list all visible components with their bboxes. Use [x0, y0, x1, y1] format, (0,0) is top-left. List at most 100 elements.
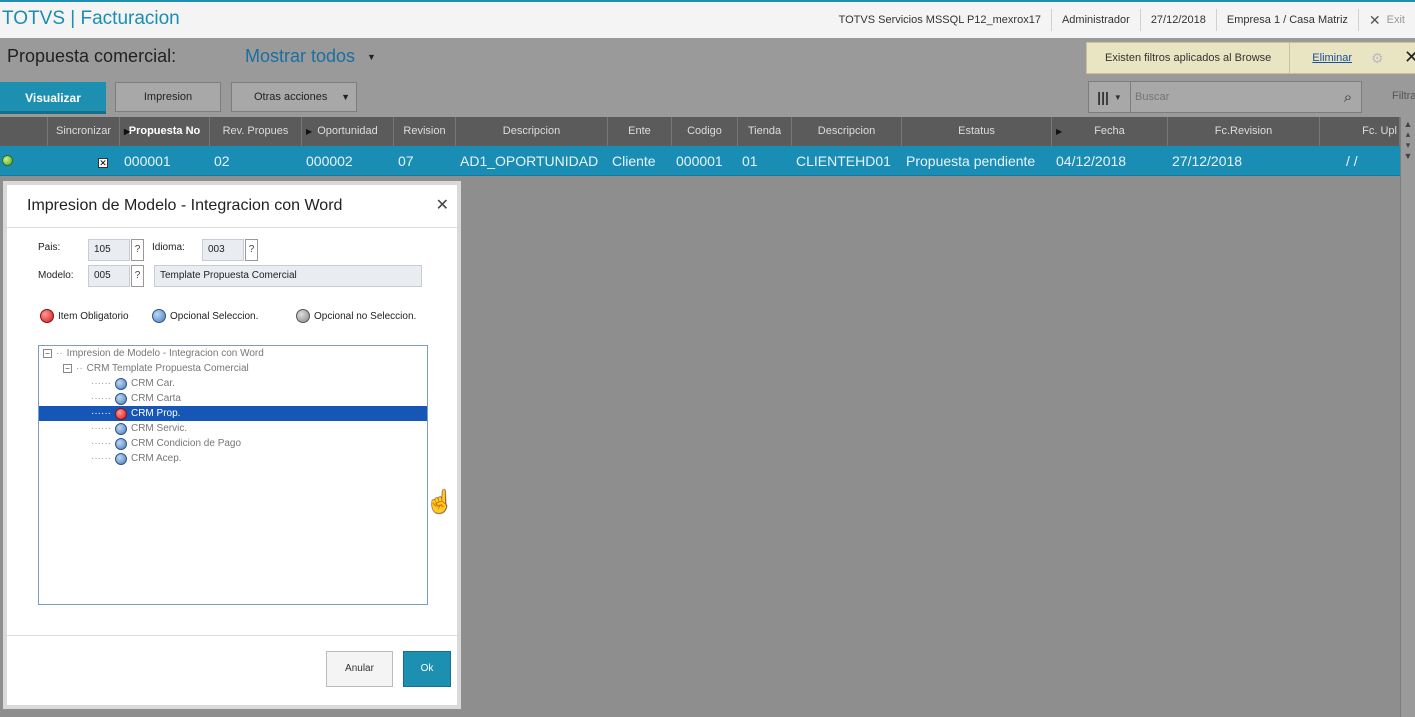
table-row[interactable]: ✕ 000001 02 000002 07 AD1_OPORTUNIDAD Cl…: [0, 146, 1400, 176]
exit-button[interactable]: ✕ Exit: [1357, 9, 1415, 31]
column-header[interactable]: Sincronizar: [48, 117, 120, 146]
idioma-field[interactable]: 003: [202, 239, 244, 261]
tree-group[interactable]: − ·· CRM Template Propuesta Comercial: [63, 361, 249, 376]
cancel-button[interactable]: Anular: [326, 651, 393, 687]
tree-item-selected[interactable]: ······ CRM Prop.: [39, 406, 427, 421]
sort-icon: ▶: [306, 127, 313, 136]
tree-item[interactable]: ······ CRM Acep.: [91, 451, 182, 466]
date-label: 27/12/2018: [1139, 9, 1216, 31]
blue-ball-icon: [114, 422, 127, 435]
cell-fecha: 04/12/2018: [1056, 153, 1127, 169]
view-selector-label: Mostrar todos: [245, 46, 356, 66]
column-header[interactable]: Fc. Upl: [1320, 117, 1400, 146]
cell-propuesta: 000001: [124, 153, 171, 169]
blue-ball-icon: [114, 392, 127, 405]
legend-obligatorio: Item Obligatorio: [40, 309, 129, 323]
pais-field[interactable]: 105: [88, 239, 130, 261]
cell-oportunidad: 000002: [306, 153, 353, 169]
tree-item[interactable]: ······ CRM Carta: [91, 391, 181, 406]
modelo-description-field: Template Propuesta Comercial: [154, 265, 422, 287]
scroll-top-icon[interactable]: ▲: [1401, 119, 1415, 129]
column-header[interactable]: Ente: [608, 117, 672, 146]
vertical-scrollbar[interactable]: ▲ ▴ ▾ ▼: [1400, 117, 1415, 717]
collapse-icon[interactable]: −: [43, 349, 52, 358]
ok-button[interactable]: Ok: [403, 651, 451, 687]
tree-root[interactable]: − ·· Impresion de Modelo - Integracion co…: [43, 346, 264, 361]
column-header[interactable]: Descripcion: [456, 117, 608, 146]
idioma-help-button[interactable]: ?: [245, 239, 258, 261]
column-header[interactable]: Descripcion: [792, 117, 902, 146]
scroll-bottom-icon[interactable]: ▼: [1401, 151, 1415, 161]
column-header[interactable]: Revision: [394, 117, 456, 146]
app-title: TOTVS | Facturacion: [2, 8, 180, 29]
modelo-field[interactable]: 005: [88, 265, 130, 287]
cell-rev: 02: [214, 153, 230, 169]
columns-selector[interactable]: ||| ▼: [1089, 82, 1131, 112]
legend-opcional-no-seleccion: Opcional no Seleccion.: [296, 309, 416, 323]
cell-estatus: Propuesta pendiente: [906, 153, 1036, 169]
filter-label[interactable]: Filtra: [1392, 90, 1415, 102]
chevron-down-icon: ▼: [367, 51, 376, 62]
grid-header: Sincronizar ▶ Propuesta No Rev. Propues ▶…: [0, 117, 1400, 146]
search-box: ||| ▼ ⌕: [1088, 81, 1362, 113]
red-ball-icon: [40, 309, 54, 323]
close-icon[interactable]: ✕: [1404, 47, 1415, 68]
print-model-dialog: Impresion de Modelo - Integracion con Wo…: [3, 181, 461, 709]
blue-ball-icon: [114, 437, 127, 450]
remove-filter-link[interactable]: Eliminar: [1290, 52, 1374, 64]
column-header[interactable]: Estatus: [902, 117, 1052, 146]
session-info: TOTVS Servicios MSSQL P12_mexrox17 Admin…: [829, 2, 1415, 38]
scroll-down-icon[interactable]: ▾: [1401, 140, 1415, 151]
column-header[interactable]: Fc.Revision: [1168, 117, 1320, 146]
otras-acciones-button[interactable]: Otras acciones ▼: [231, 82, 357, 112]
blue-ball-icon: [152, 309, 166, 323]
dialog-header: Impresion de Modelo - Integracion con Wo…: [7, 185, 457, 228]
cell-descripcion: AD1_OPORTUNIDAD: [460, 153, 599, 169]
sort-icon: ▶: [1056, 127, 1063, 136]
column-header[interactable]: Rev. Propues: [210, 117, 302, 146]
column-header[interactable]: Codigo: [672, 117, 738, 146]
search-icon[interactable]: ⌕: [1335, 89, 1361, 106]
visualizar-button[interactable]: Visualizar: [0, 82, 106, 114]
environment-label: TOTVS Servicios MSSQL P12_mexrox17: [838, 14, 1041, 26]
browse-header: Propuesta comercial: Mostrar todos ▼ Exi…: [0, 38, 1415, 117]
view-selector[interactable]: Mostrar todos ▼: [245, 46, 376, 67]
tree-item[interactable]: ······ CRM Servic.: [91, 421, 187, 436]
checkbox-icon: ✕: [98, 158, 108, 168]
gear-icon[interactable]: ⚙: [1371, 50, 1384, 67]
pais-help-button[interactable]: ?: [131, 239, 144, 261]
red-ball-icon: [114, 407, 127, 420]
user-label: Administrador: [1050, 9, 1140, 31]
filter-notice: Existen filtros aplicados al Browse Elim…: [1086, 42, 1415, 74]
tree-item[interactable]: ······ CRM Condicion de Pago: [91, 436, 241, 451]
gray-ball-icon: [296, 309, 310, 323]
status-green-icon: [2, 155, 13, 166]
close-icon[interactable]: ✕: [436, 195, 449, 215]
column-header[interactable]: [0, 117, 48, 146]
exit-label: Exit: [1386, 14, 1405, 26]
cell-codigo: 000001: [676, 153, 723, 169]
search-input[interactable]: [1131, 83, 1335, 111]
legend-opcional-seleccion: Opcional Seleccion.: [152, 309, 258, 323]
blue-ball-icon: [114, 377, 127, 390]
dialog-footer: Anular Ok: [7, 635, 457, 705]
scroll-up-icon[interactable]: ▴: [1401, 129, 1415, 140]
model-tree[interactable]: − ·· Impresion de Modelo - Integracion co…: [38, 345, 428, 605]
otras-acciones-label: Otras acciones: [254, 91, 328, 103]
column-header[interactable]: Tienda: [738, 117, 792, 146]
column-header[interactable]: ▶ Oportunidad: [302, 117, 394, 146]
column-header[interactable]: ▶ Propuesta No: [120, 117, 210, 146]
tree-item[interactable]: ······ CRM Car.: [91, 376, 175, 391]
chevron-down-icon: ▼: [341, 92, 350, 102]
dialog-title: Impresion de Modelo - Integracion con Wo…: [27, 197, 343, 214]
collapse-icon[interactable]: −: [63, 364, 72, 373]
cell-descripcion-cliente: CLIENTEHD01: [796, 153, 891, 169]
chevron-down-icon: ▼: [1113, 92, 1122, 102]
pais-label: Pais:: [38, 242, 61, 253]
impresion-button[interactable]: Impresion: [115, 82, 221, 112]
sync-checkbox[interactable]: ✕: [48, 146, 120, 176]
status-legend[interactable]: [0, 146, 48, 176]
company-label[interactable]: Empresa 1 / Casa Matriz: [1215, 9, 1358, 31]
modelo-help-button[interactable]: ?: [131, 265, 144, 287]
column-header[interactable]: ▶ Fecha: [1052, 117, 1168, 146]
